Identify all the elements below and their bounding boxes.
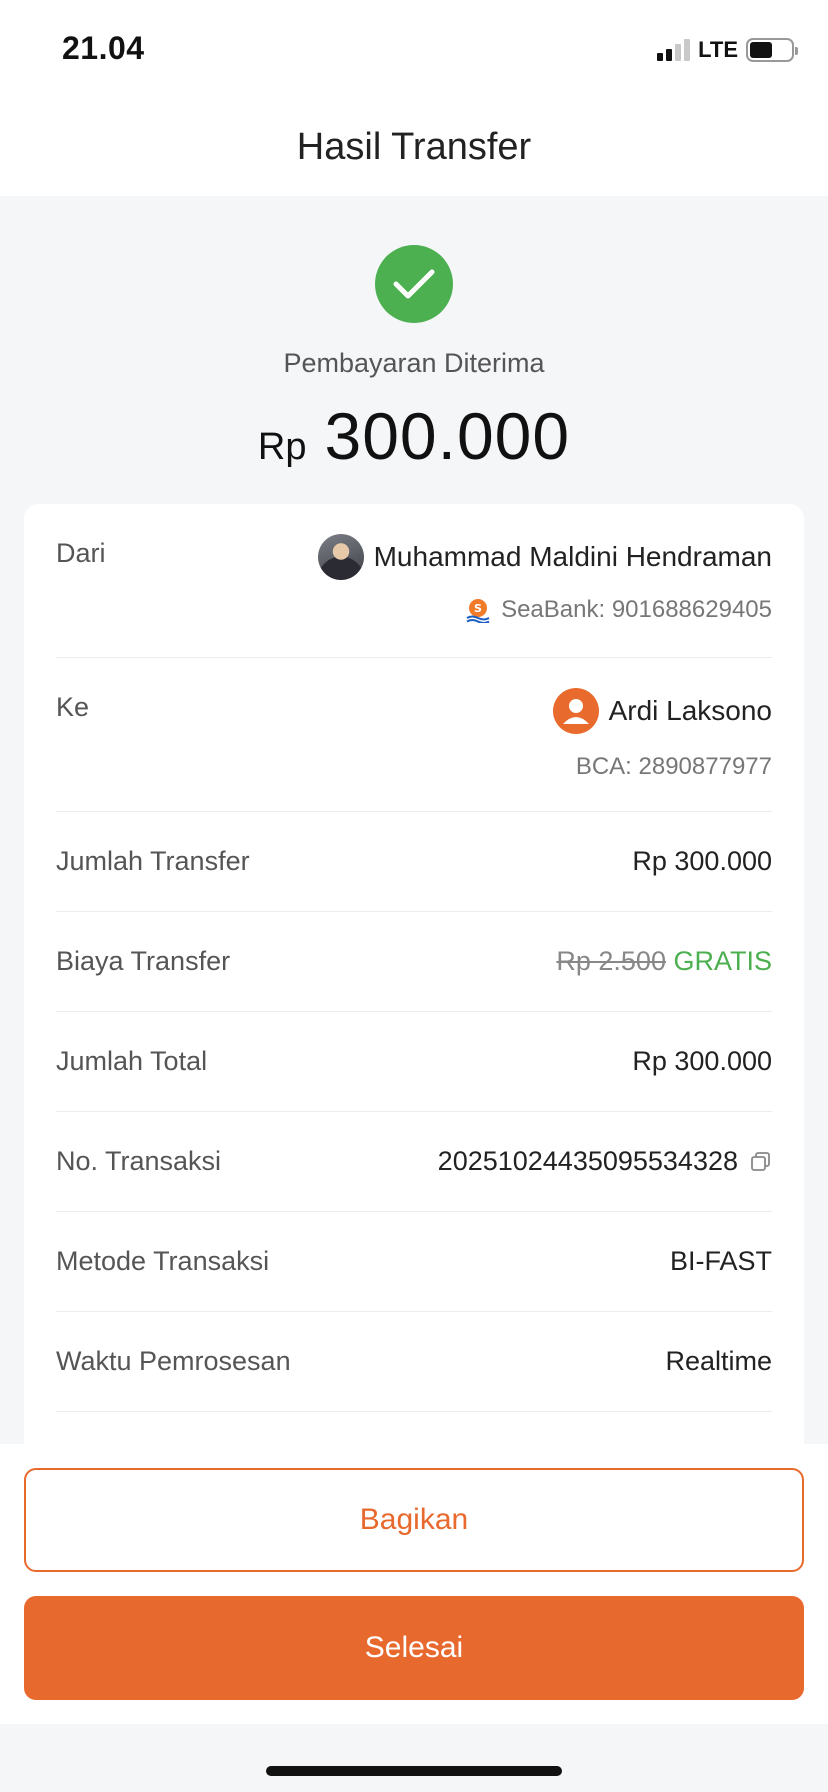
transfer-details-card: Dari Muhammad Maldini Hendraman S SeaBan… [24,504,804,1464]
detail-row-total-amount: Jumlah Total Rp 300.000 [56,1012,772,1112]
status-indicators: LTE [657,36,798,64]
svg-text:S: S [474,602,482,615]
recipient-account-number: BCA: 2890877977 [575,753,772,780]
transfer-amount-display: Rp 300.000 [0,398,828,474]
detail-row-transaction-number: No. Transaksi 20251024435095534328 [56,1112,772,1212]
amount-value: 300.000 [324,399,571,473]
battery-icon [746,38,798,62]
sender-avatar [317,534,364,580]
transaction-number-value: 20251024435095534328 [437,1146,738,1176]
recipient-account: BCA: 2890877977 [576,750,772,781]
sender-account-number: SeaBank: 901688629405 [501,596,772,623]
to-label: Ke [56,692,90,722]
detail-row-to: Ke Ardi Laksono BCA: 2890877977 [56,658,772,812]
sender-name: Muhammad Maldini Hendraman [373,541,772,572]
method-value: BI-FAST [669,1246,772,1276]
transaction-number: 20251024435095534328 [438,1146,772,1177]
recipient-name: Ardi Laksono [608,695,772,726]
status-bar: 21.04 LTE [0,0,828,98]
recipient-avatar-icon [552,688,599,734]
status-time: 21.04 [62,30,145,66]
method-label: Metode Transaksi [56,1246,270,1276]
detail-row-method: Metode Transaksi BI-FAST [56,1212,772,1312]
recipient: Ardi Laksono [552,688,772,734]
copy-icon[interactable] [750,1151,772,1173]
from-label: Dari [56,538,106,568]
page-header: Hasil Transfer [0,98,828,196]
processing-time-label: Waktu Pemrosesan [56,1346,291,1376]
original-fee: Rp 2.500 [556,946,666,976]
detail-row-from: Dari Muhammad Maldini Hendraman S SeaBan… [56,504,772,658]
done-button[interactable]: Selesai [24,1596,804,1700]
home-indicator-area [0,1724,828,1792]
detail-row-transfer-fee: Biaya Transfer Rp 2.500 GRATIS [56,912,772,1012]
amount-currency: Rp [257,426,307,468]
share-button[interactable]: Bagikan [24,1468,804,1572]
transfer-amount-label: Jumlah Transfer [56,846,250,876]
transaction-number-label: No. Transaksi [56,1146,222,1176]
transfer-fee-value: Rp 2.500 GRATIS [556,946,772,977]
sender: Muhammad Maldini Hendraman [317,534,772,580]
detail-row-transfer-amount: Jumlah Transfer Rp 300.000 [56,812,772,912]
network-type: LTE [698,37,738,62]
payment-status-label: Pembayaran Diterima [283,348,545,378]
total-amount-label: Jumlah Total [56,1046,208,1076]
page-title: Hasil Transfer [296,125,532,168]
detail-row-processing-time: Waktu Pemrosesan Realtime [56,1312,772,1412]
home-indicator[interactable] [266,1766,562,1776]
cellular-signal-icon [657,39,691,61]
processing-time-value: Realtime [665,1346,772,1376]
sender-account: S SeaBank: 901688629405 [465,596,772,624]
transfer-fee-label: Biaya Transfer [56,946,231,976]
total-amount-value: Rp 300.000 [632,1046,772,1076]
free-fee-badge: GRATIS [673,946,772,976]
seabank-logo-icon: S [466,599,490,623]
transfer-amount-value: Rp 300.000 [632,846,772,876]
action-bar: Bagikan Selesai [0,1444,828,1724]
success-check-icon [375,245,453,323]
